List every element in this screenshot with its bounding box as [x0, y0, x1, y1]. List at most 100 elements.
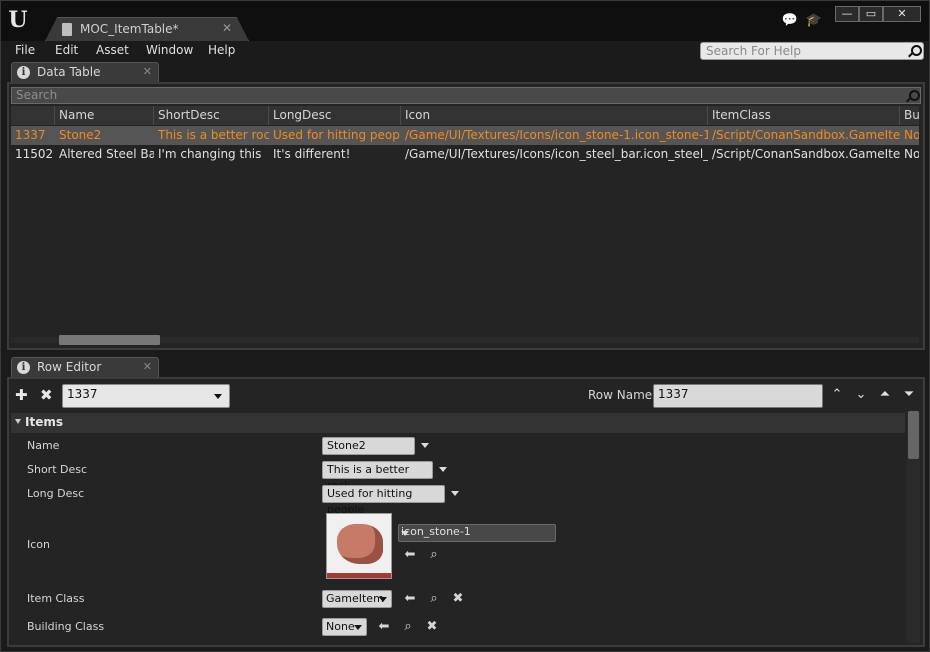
row-select-value: 1337 — [67, 387, 98, 401]
vertical-scrollbar[interactable] — [908, 411, 919, 459]
category-items[interactable]: Items — [11, 413, 905, 433]
buildingclass-dropdown[interactable]: None — [322, 618, 367, 636]
close-tab-icon[interactable]: ✕ — [222, 21, 232, 35]
name-field[interactable]: Stone2 — [322, 437, 415, 455]
cell-icon: /Game/UI/Textures/Icons/icon_stone-1.ico… — [405, 128, 708, 142]
cell-rowid: 11502 — [15, 147, 54, 161]
move-up-icon[interactable]: ⌃ — [828, 385, 846, 405]
learn-icon[interactable]: 🎓 — [805, 13, 823, 29]
search-icon[interactable] — [908, 45, 922, 57]
minimize-button[interactable]: — — [835, 6, 859, 22]
cell-shortdesc: I'm changing this — [158, 147, 262, 161]
cell-shortdesc: This is a better rock — [158, 128, 269, 142]
remove-row-button[interactable]: ✖ — [40, 386, 53, 404]
itemclass-value: GameItem — [326, 592, 384, 605]
menu-file[interactable]: File — [15, 43, 35, 57]
category-items-label: Items — [25, 415, 63, 429]
prop-buildingclass-label: Building Class — [27, 620, 105, 633]
move-down-icon[interactable]: ⌄ — [852, 385, 870, 405]
cell-rowid: 1337 — [15, 128, 46, 142]
tab-data-table-label: Data Table — [37, 65, 101, 79]
menu-edit[interactable]: Edit — [55, 43, 78, 57]
title-bar: U MOC_ItemTable* ✕ 💬 🎓 — ▭ ✕ — [1, 1, 929, 41]
table-search-placeholder: Search — [16, 88, 58, 102]
cell-name: Altered Steel Bar — [59, 147, 154, 161]
editor-window: U MOC_ItemTable* ✕ 💬 🎓 — ▭ ✕ File Edit A… — [0, 0, 930, 652]
cell-building: No — [904, 128, 919, 142]
row-select-dropdown[interactable]: 1337 — [62, 384, 230, 408]
unreal-logo: U — [8, 7, 28, 33]
move-top-icon[interactable]: ⏶ — [876, 385, 894, 405]
info-icon: i — [17, 66, 30, 79]
menu-asset[interactable]: Asset — [96, 43, 129, 57]
use-selected-icon[interactable]: ⬅ — [402, 591, 418, 607]
buildingclass-value: None — [326, 620, 355, 633]
chevron-down-icon[interactable] — [439, 467, 447, 472]
tab-data-table[interactable]: i Data Table ✕ — [11, 62, 159, 82]
tab-row-editor[interactable]: i Row Editor ✕ — [11, 357, 159, 377]
prop-name-label: Name — [27, 439, 60, 452]
row-name-input[interactable]: 1337 — [653, 384, 823, 408]
column-header-itemclass[interactable]: ItemClass — [708, 106, 900, 125]
shortdesc-field[interactable]: This is a better rock — [322, 461, 433, 492]
chevron-down-icon — [401, 531, 409, 536]
document-icon — [62, 23, 72, 36]
prop-longdesc-label: Long Desc — [27, 487, 85, 500]
prop-icon-label: Icon — [27, 538, 50, 551]
menu-window[interactable]: Window — [146, 43, 193, 57]
horizontal-scrollbar[interactable] — [59, 335, 160, 345]
chevron-down-icon — [214, 394, 222, 399]
close-tab-icon[interactable]: ✕ — [143, 65, 152, 78]
itemclass-dropdown[interactable]: GameItem — [322, 590, 392, 608]
table-search-input[interactable]: Search — [11, 87, 921, 104]
chevron-down-icon[interactable] — [421, 443, 429, 448]
search-icon[interactable] — [906, 90, 920, 102]
close-tab-icon[interactable]: ✕ — [143, 360, 152, 373]
use-selected-icon[interactable]: ⬅ — [402, 547, 418, 563]
collapse-arrow-icon — [15, 419, 21, 424]
chevron-down-icon[interactable] — [451, 491, 459, 496]
cell-itemclass: /Script/ConanSandbox.GameItem — [712, 147, 900, 161]
table-row[interactable]: 1337 Stone2 This is a better rock Used f… — [11, 126, 919, 145]
maximize-button[interactable]: ▭ — [859, 6, 883, 22]
tab-row-editor-label: Row Editor — [37, 360, 102, 374]
document-tab-label: MOC_ItemTable* — [80, 22, 179, 36]
help-search-placeholder: Search For Help — [706, 44, 801, 58]
use-selected-icon[interactable]: ⬅ — [376, 619, 392, 635]
cell-longdesc: Used for hitting people — [273, 128, 401, 142]
row-name-label: Row Name: — [588, 388, 657, 402]
prop-itemclass-label: Item Class — [27, 592, 85, 605]
browse-icon[interactable]: ⌕ — [426, 547, 442, 563]
column-header-building[interactable]: Bu — [900, 106, 919, 125]
longdesc-field[interactable]: Used for hitting people — [322, 485, 445, 516]
chat-icon[interactable]: 💬 — [781, 13, 799, 29]
cell-building: No — [904, 147, 919, 161]
column-header-name[interactable]: Name — [55, 106, 154, 125]
add-row-button[interactable]: ✚ — [15, 386, 28, 404]
menu-help[interactable]: Help — [208, 43, 235, 57]
cell-name: Stone2 — [59, 128, 102, 142]
help-search-input[interactable]: Search For Help — [700, 42, 924, 60]
cell-icon: /Game/UI/Textures/Icons/icon_steel_bar.i… — [405, 147, 708, 161]
chevron-down-icon — [379, 597, 387, 602]
icon-asset-dropdown[interactable]: icon_stone-1 — [398, 524, 556, 542]
cell-itemclass: /Script/ConanSandbox.GameItem — [712, 128, 900, 142]
column-header-shortdesc[interactable]: ShortDesc — [154, 106, 269, 125]
clear-icon[interactable]: ✖ — [450, 591, 466, 607]
close-window-button[interactable]: ✕ — [883, 6, 921, 22]
document-tab[interactable]: MOC_ItemTable* ✕ — [45, 17, 249, 41]
browse-icon[interactable]: ⌕ — [426, 591, 442, 607]
table-row[interactable]: 11502 Altered Steel Bar I'm changing thi… — [11, 145, 919, 164]
icon-thumbnail[interactable] — [326, 513, 392, 579]
clear-icon[interactable]: ✖ — [424, 619, 440, 635]
info-icon: i — [17, 361, 30, 374]
browse-icon[interactable]: ⌕ — [400, 619, 416, 635]
column-header-rowid[interactable] — [11, 106, 55, 125]
thumbnail-strip — [327, 573, 391, 578]
column-header-icon[interactable]: Icon — [401, 106, 708, 125]
table-header: Name ShortDesc LongDesc Icon ItemClass B… — [11, 106, 919, 125]
icon-asset-value: icon_stone-1 — [401, 525, 471, 538]
column-header-longdesc[interactable]: LongDesc — [269, 106, 401, 125]
prop-shortdesc-label: Short Desc — [27, 463, 88, 476]
move-bottom-icon[interactable]: ⏷ — [900, 385, 918, 405]
